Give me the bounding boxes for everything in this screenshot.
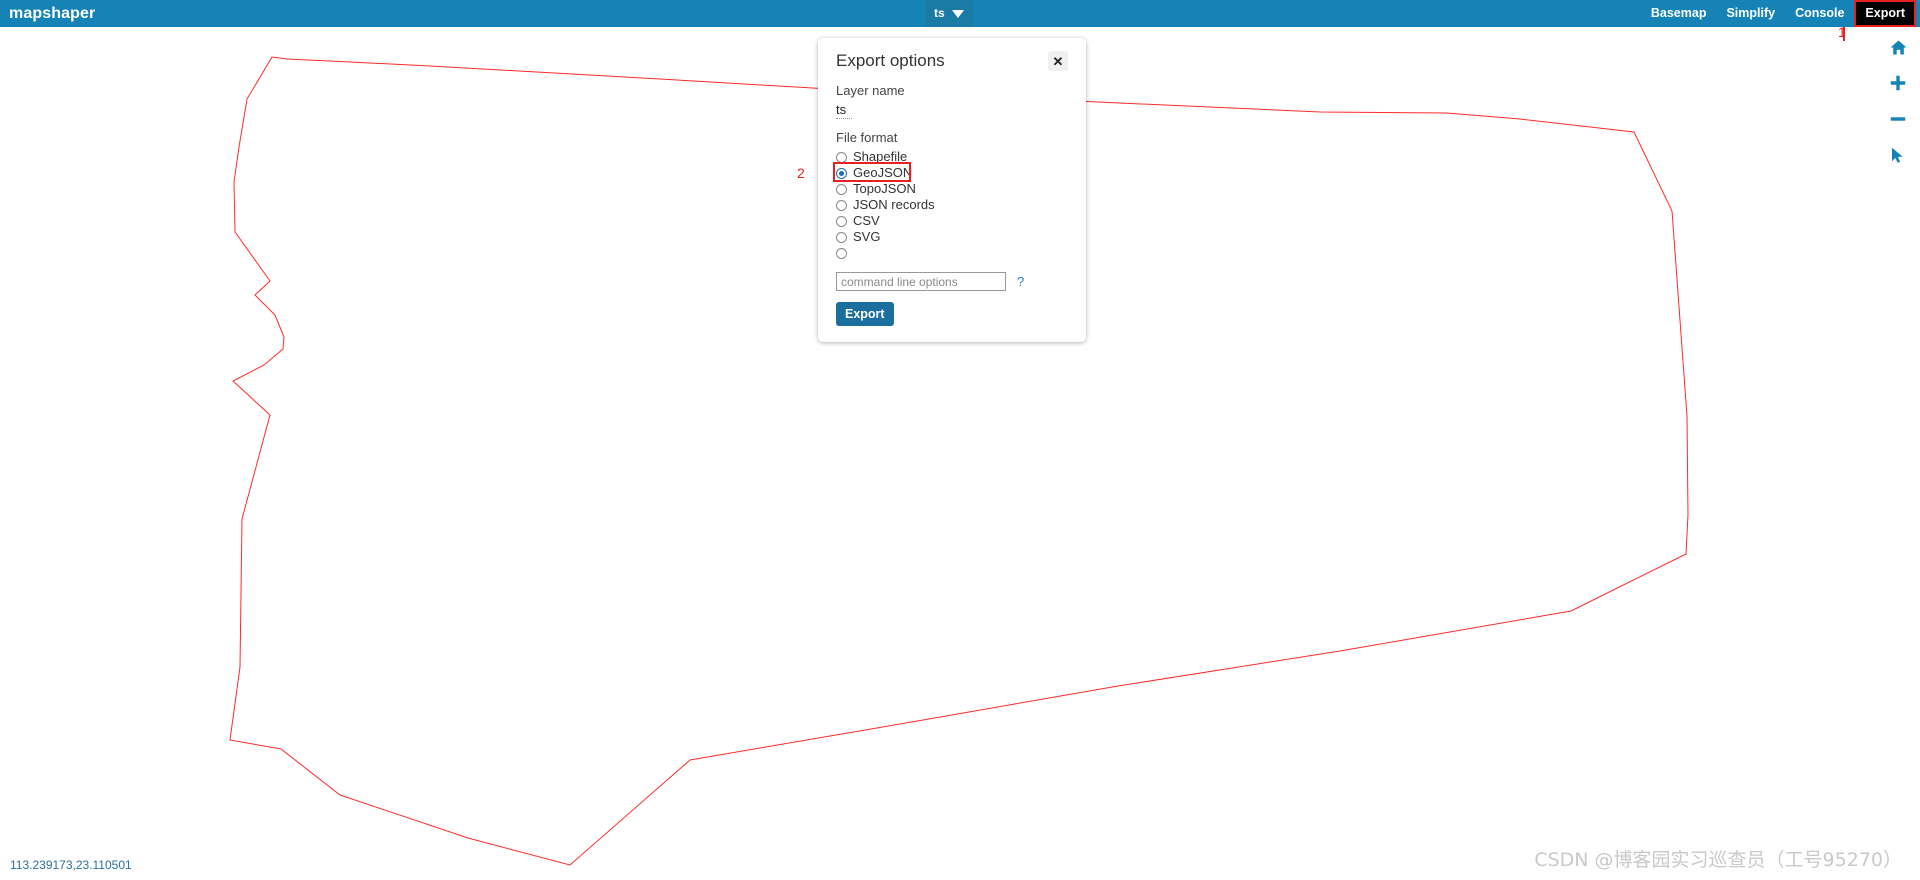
cursor-coordinates: 113.239173,23.110501 [10, 858, 132, 872]
layer-selector-label: ts [934, 6, 945, 20]
radio-option-svg[interactable]: SVG [836, 229, 1068, 245]
cursor-arrow-icon[interactable] [1887, 144, 1909, 166]
home-icon[interactable] [1887, 36, 1909, 58]
radio-icon [836, 151, 847, 163]
mapshaper-app: 113.239173,23.110501 CSDN @博客园实习巡查员（工号95… [0, 0, 1920, 880]
radio-icon-selected [836, 167, 847, 179]
command-line-options-input[interactable] [836, 272, 1006, 291]
annotation-marker-2: 2 [797, 165, 805, 181]
nav-item-console[interactable]: Console [1785, 0, 1854, 27]
chevron-down-icon [951, 9, 964, 18]
command-line-options-row: ? [836, 272, 1068, 291]
radio-option-shapefile[interactable]: Shapefile [836, 149, 1068, 165]
radio-icon [836, 247, 847, 259]
radio-label: Shapefile [853, 149, 908, 164]
radio-icon [836, 215, 847, 227]
radio-label: JSON records [853, 197, 935, 212]
radio-label: SVG [853, 229, 881, 244]
nav-item-export[interactable]: Export [1854, 0, 1916, 27]
minus-icon[interactable] [1887, 108, 1909, 130]
file-format-label: File format [836, 130, 898, 145]
file-format-radio-group: Shapefile GeoJSON TopoJSON JSON records … [833, 149, 1068, 261]
radio-icon [836, 183, 847, 195]
annotation-marker-1: 1 [1838, 24, 1846, 40]
radio-label: CSV [853, 213, 880, 228]
watermark-text: CSDN @博客园实习巡查员（工号95270） [1534, 849, 1902, 871]
top-bar: mapshaper ts Basemap Simplify Console Ex… [0, 0, 1920, 27]
dialog-title: Export options [836, 51, 945, 70]
radio-option-geojson[interactable]: GeoJSON [833, 162, 1068, 182]
map-tools-toolbar [1884, 36, 1912, 166]
radio-icon [836, 199, 847, 211]
radio-icon [836, 231, 847, 243]
dialog-header: Export options ✕ [836, 51, 1068, 71]
radio-option-unlabeled[interactable] [836, 245, 1068, 261]
export-submit-button[interactable]: Export [836, 302, 894, 326]
radio-option-json-records[interactable]: JSON records [836, 197, 1068, 213]
plus-icon[interactable] [1887, 72, 1909, 94]
app-brand: mapshaper [9, 5, 96, 22]
close-icon[interactable]: ✕ [1048, 51, 1068, 71]
radio-option-csv[interactable]: CSV [836, 213, 1068, 229]
help-icon[interactable]: ? [1017, 274, 1024, 289]
layer-name-label: Layer name [836, 83, 905, 98]
radio-option-topojson[interactable]: TopoJSON [836, 181, 1068, 197]
nav-item-basemap[interactable]: Basemap [1641, 0, 1717, 27]
radio-label: GeoJSON [853, 165, 913, 180]
export-options-dialog: Export options ✕ Layer name ts File form… [818, 38, 1086, 342]
layer-name-input[interactable]: ts [836, 102, 852, 119]
nav-item-simplify[interactable]: Simplify [1716, 0, 1785, 27]
radio-label: TopoJSON [853, 181, 916, 196]
layer-selector[interactable]: ts [925, 0, 973, 27]
top-nav: Basemap Simplify Console Export [1641, 0, 1920, 27]
